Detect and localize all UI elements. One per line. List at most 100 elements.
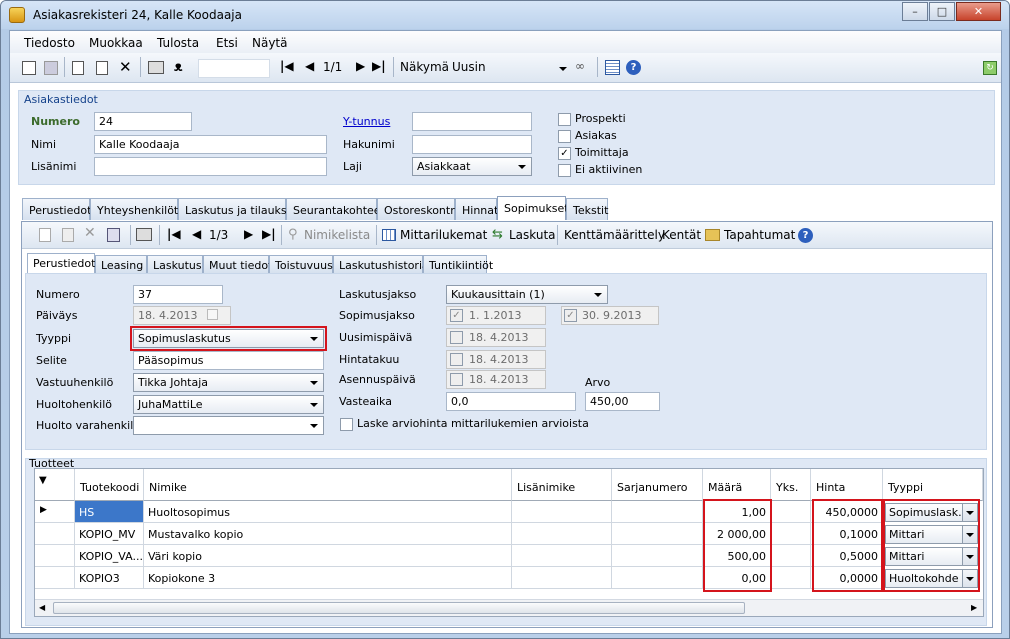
laskutusjakso-select[interactable]: Kuukausittain (1) xyxy=(446,285,608,304)
scroll-right-icon[interactable]: ▶ xyxy=(971,603,977,612)
search-input[interactable] xyxy=(198,59,270,78)
selite-field[interactable]: Pääsopimus xyxy=(133,351,324,370)
laskuta-button[interactable]: Laskuta xyxy=(509,228,556,242)
next-record-icon[interactable]: ▶ xyxy=(356,59,365,73)
kentat-button[interactable]: Kentät xyxy=(662,228,701,242)
tab-tekstit[interactable]: Tekstit xyxy=(566,198,608,220)
menu-etsi[interactable]: Etsi xyxy=(216,36,238,50)
table-cell-name[interactable]: Väri kopio xyxy=(144,545,512,567)
table-cell-name[interactable]: Kopiokone 3 xyxy=(144,567,512,589)
next-contract-icon[interactable]: ▶ xyxy=(244,227,253,241)
print-contract-icon[interactable] xyxy=(136,228,152,241)
subtab-leasing[interactable]: Leasing xyxy=(95,255,147,273)
new-document-icon[interactable] xyxy=(72,61,84,75)
table-cell-code[interactable]: KOPIO_VA... xyxy=(75,545,144,567)
menu-nayta[interactable]: Näytä xyxy=(252,36,288,50)
refresh-icon[interactable]: ↻ xyxy=(983,61,997,75)
numero-field[interactable]: 24 xyxy=(94,112,192,131)
kenttamaarittely-button[interactable]: Kenttämäärittely xyxy=(564,228,665,242)
prospekti-checkbox[interactable] xyxy=(558,113,571,126)
table-cell-extra[interactable] xyxy=(512,523,612,545)
table-cell-unit[interactable] xyxy=(771,545,811,567)
col-yks[interactable]: Yks. xyxy=(771,469,811,501)
prev-record-icon[interactable]: ◀ xyxy=(305,59,314,73)
vasteaika-field[interactable]: 0,0 xyxy=(446,392,576,411)
nimikelista-button[interactable]: Nimikelista xyxy=(304,228,370,242)
subtab-laskutus[interactable]: Laskutus xyxy=(147,255,203,273)
table-cell-code[interactable]: KOPIO_MV xyxy=(75,523,144,545)
subtab-laskutushistoria[interactable]: Laskutushistoria xyxy=(333,255,429,273)
search-icon[interactable]: ⚲ xyxy=(288,227,298,242)
table-cell-serial[interactable] xyxy=(612,567,703,589)
contract-numero-field[interactable]: 37 xyxy=(133,285,223,304)
horizontal-scrollbar[interactable]: ◀ ▶ xyxy=(35,599,983,616)
delete-icon[interactable]: ✕ xyxy=(119,58,132,76)
lisanimi-field[interactable] xyxy=(94,157,327,176)
table-cell-extra[interactable] xyxy=(512,501,612,523)
tab-perustiedot[interactable]: Perustiedot xyxy=(22,198,91,220)
menu-tiedosto[interactable]: Tiedosto xyxy=(24,36,75,50)
table-cell-serial[interactable] xyxy=(612,501,703,523)
tab-sopimukset[interactable]: Sopimukset xyxy=(497,196,569,220)
copy-contract-icon[interactable] xyxy=(62,228,74,242)
table-cell-code[interactable]: HS xyxy=(75,501,144,523)
save-contract-icon[interactable] xyxy=(107,228,120,242)
scrollbar-thumb[interactable] xyxy=(53,602,745,614)
subtab-toistuvuus[interactable]: Toistuvuus xyxy=(269,255,333,273)
sopimusjakso-end-checkbox[interactable]: ✓ xyxy=(564,309,577,322)
save-icon[interactable] xyxy=(44,61,58,75)
last-contract-icon[interactable]: ▶| xyxy=(262,227,276,241)
table-cell-serial[interactable] xyxy=(612,545,703,567)
tab-seurantakohteet[interactable]: Seurantakohteet xyxy=(286,198,385,220)
menu-tulosta[interactable]: Tulosta xyxy=(157,36,199,50)
first-record-icon[interactable]: |◀ xyxy=(280,59,294,73)
scroll-left-icon[interactable]: ◀ xyxy=(39,603,45,612)
table-cell-unit[interactable] xyxy=(771,567,811,589)
view-select[interactable]: Uusin xyxy=(452,60,486,74)
col-lisanimike[interactable]: Lisänimike xyxy=(512,469,612,501)
tab-laskutus-ja-tilaukset[interactable]: Laskutus ja tilaukset xyxy=(178,198,298,220)
hintatakuu-checkbox[interactable] xyxy=(450,353,463,366)
col-hinta[interactable]: Hinta xyxy=(811,469,883,501)
menu-muokkaa[interactable]: Muokkaa xyxy=(89,36,143,50)
last-record-icon[interactable]: ▶| xyxy=(372,59,386,73)
table-cell-code[interactable]: KOPIO3 xyxy=(75,567,144,589)
uusimispaiva-checkbox[interactable] xyxy=(450,331,463,344)
copy-icon[interactable] xyxy=(96,61,108,75)
laji-select[interactable]: Asiakkaat xyxy=(412,157,532,176)
list-view-icon[interactable] xyxy=(605,60,620,75)
toimittaja-checkbox[interactable]: ✓ xyxy=(558,147,571,160)
tapahtumat-button[interactable]: Tapahtumat xyxy=(724,228,795,242)
subtab-muut-tiedot[interactable]: Muut tiedot xyxy=(203,255,272,273)
prev-contract-icon[interactable]: ◀ xyxy=(192,227,201,241)
huoltohenkilo-select[interactable]: JuhaMattiLe xyxy=(133,395,324,414)
sopimusjakso-start-checkbox[interactable]: ✓ xyxy=(450,309,463,322)
col-nimike[interactable]: Nimike xyxy=(144,469,512,501)
close-button[interactable]: ✕ xyxy=(956,2,1001,21)
ytunnus-link[interactable]: Y-tunnus xyxy=(343,115,390,128)
table-cell-extra[interactable] xyxy=(512,567,612,589)
tab-yhteyshenkilot[interactable]: Yhteyshenkilöt xyxy=(90,198,178,220)
col-sarjanumero[interactable]: Sarjanumero xyxy=(612,469,703,501)
col-maara[interactable]: Määrä xyxy=(703,469,771,501)
calendar-icon[interactable] xyxy=(207,309,218,320)
table-cell-unit[interactable] xyxy=(771,501,811,523)
hakunimi-field[interactable] xyxy=(412,135,532,154)
laske-checkbox[interactable] xyxy=(340,418,353,431)
mittarilukemat-button[interactable]: Mittarilukemat xyxy=(400,228,487,242)
varahenkilo-select[interactable] xyxy=(133,416,324,435)
help-icon[interactable]: ? xyxy=(626,60,641,75)
column-chooser-icon[interactable]: ▼ xyxy=(35,469,75,501)
edit-icon[interactable] xyxy=(22,61,36,75)
maximize-button[interactable]: □ xyxy=(929,2,955,21)
view-dropdown-icon[interactable] xyxy=(559,67,567,71)
table-cell-name[interactable]: Huoltosopimus xyxy=(144,501,512,523)
table-cell-serial[interactable] xyxy=(612,523,703,545)
tab-hinnat[interactable]: Hinnat xyxy=(455,198,498,220)
print-icon[interactable] xyxy=(148,61,164,74)
asennuspaiva-checkbox[interactable] xyxy=(450,373,463,386)
table-cell-unit[interactable] xyxy=(771,523,811,545)
tab-ostoreskontra[interactable]: Ostoreskontra xyxy=(377,198,461,220)
table-cell-extra[interactable] xyxy=(512,545,612,567)
delete-contract-icon[interactable]: ✕ xyxy=(84,225,96,241)
